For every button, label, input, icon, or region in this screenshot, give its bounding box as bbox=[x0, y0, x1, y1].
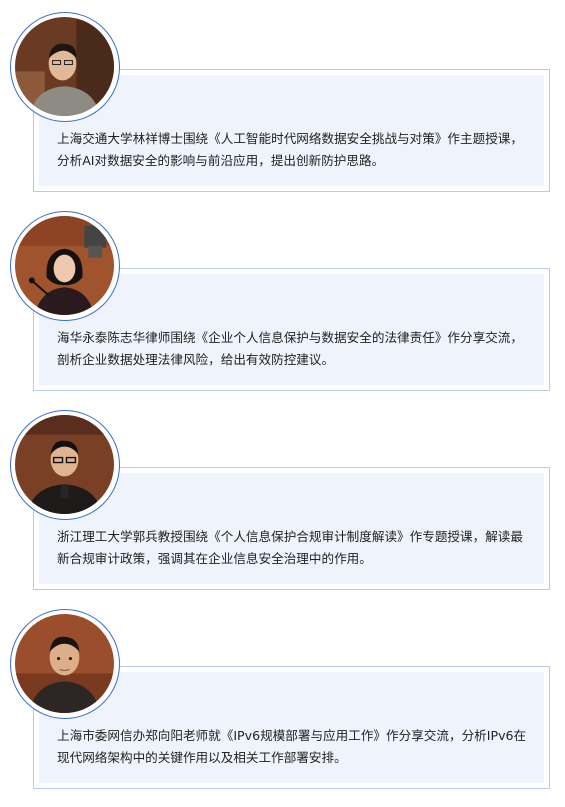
speaker-caption-background: 海华永泰陈志华律师围绕《企业个人信息保护与数据安全的法律责任》作分享交流，剖析企… bbox=[39, 274, 544, 385]
speaker-caption-background: 上海市委网信办郑向阳老师就《IPv6规模部署与应用工作》作分享交流，分析IPv6… bbox=[39, 672, 544, 783]
speaker-photo-icon bbox=[15, 614, 114, 713]
speaker-caption: 海华永泰陈志华律师围绕《企业个人信息保护与数据安全的法律责任》作分享交流，剖析企… bbox=[57, 330, 523, 367]
speaker-photo-icon bbox=[15, 17, 114, 116]
speaker-avatar bbox=[10, 609, 120, 719]
speaker-photo-icon bbox=[15, 415, 114, 514]
speaker-caption: 上海交通大学林祥博士围绕《人工智能时代网络数据安全挑战与对策》作主题授课，分析A… bbox=[57, 131, 523, 168]
speaker-photo-icon bbox=[15, 216, 114, 315]
speaker-avatar bbox=[10, 410, 120, 520]
speaker-caption-background: 浙江理工大学郭兵教授围绕《个人信息保护合规审计制度解读》作专题授课，解读最新合规… bbox=[39, 473, 544, 584]
speaker-caption: 上海市委网信办郑向阳老师就《IPv6规模部署与应用工作》作分享交流，分析IPv6… bbox=[57, 728, 527, 765]
speaker-caption-background: 上海交通大学林祥博士围绕《人工智能时代网络数据安全挑战与对策》作主题授课，分析A… bbox=[39, 75, 544, 186]
speaker-avatar bbox=[10, 211, 120, 321]
speaker-avatar bbox=[10, 12, 120, 122]
speaker-caption: 浙江理工大学郭兵教授围绕《个人信息保护合规审计制度解读》作专题授课，解读最新合规… bbox=[57, 529, 523, 566]
